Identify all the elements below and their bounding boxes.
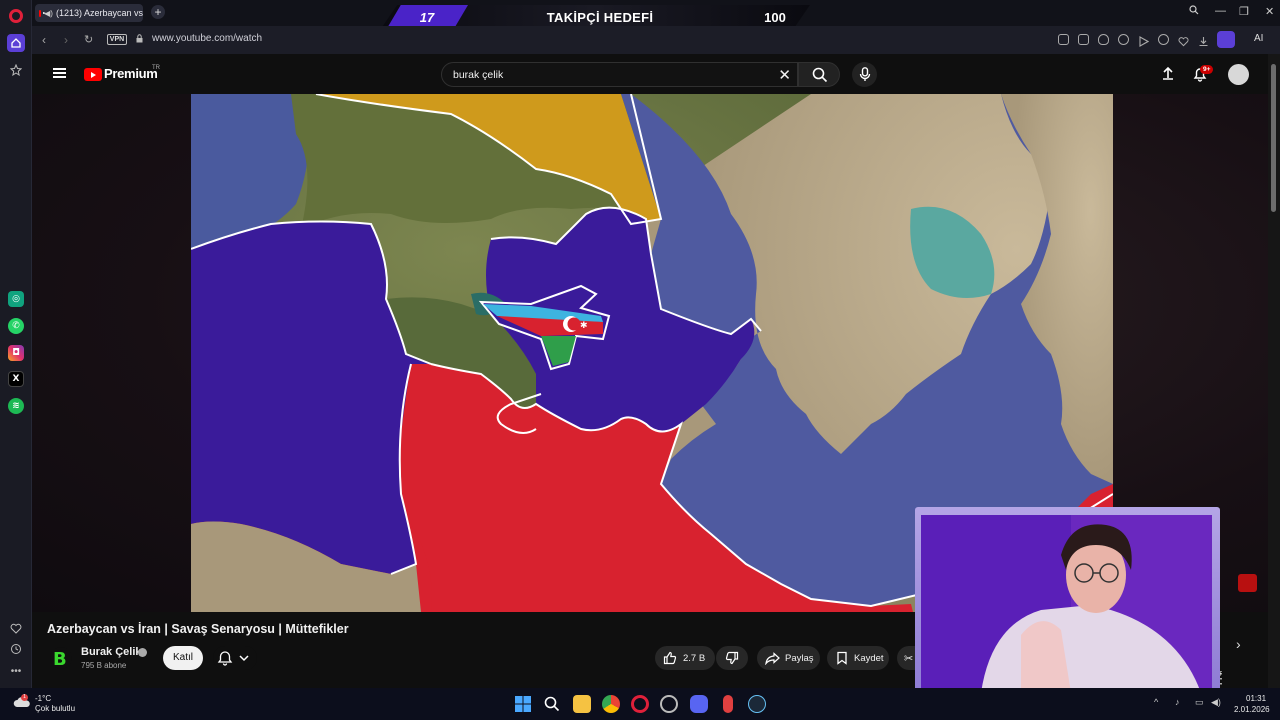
svg-text:✱: ✱ [580, 321, 588, 331]
join-button[interactable]: Katıl [163, 646, 203, 670]
floating-youtube-icon[interactable] [1238, 574, 1257, 592]
microphone-icon [859, 67, 870, 81]
share-button[interactable]: Paylaş [757, 646, 820, 670]
voice-search-button[interactable] [852, 62, 877, 87]
next-chevron-icon[interactable]: › [1236, 636, 1241, 652]
temperature: -1°C [35, 694, 52, 703]
opera-logo-icon[interactable] [9, 9, 23, 23]
spotify-icon[interactable]: ≋ [8, 398, 24, 414]
windows-taskbar: 1 -1°C Çok bulutlu ^ ♪ ▭ ◀) 01:31 2.01.2… [0, 688, 1280, 720]
network-icon[interactable]: ▭ [1195, 697, 1204, 708]
camera-snapshot-icon[interactable] [1078, 34, 1089, 45]
video-title: Azerbaycan vs İran | Savaş Senaryosu | M… [47, 622, 349, 636]
bookmark-icon [837, 651, 847, 665]
search-query: burak çelik [453, 69, 504, 81]
subscriber-count: 795 B abone [81, 661, 127, 670]
back-button[interactable]: ‹ [42, 33, 46, 47]
share-icon [765, 651, 780, 665]
dislike-button[interactable] [716, 646, 748, 670]
profile-icon[interactable] [1217, 31, 1235, 48]
x-twitter-icon[interactable]: X [8, 371, 24, 387]
taskbar-search-icon[interactable] [544, 696, 560, 717]
tab-title: (1213) Azerbaycan vs [55, 8, 143, 18]
user-icon[interactable] [1158, 34, 1169, 45]
create-upload-icon[interactable] [1161, 66, 1175, 83]
weather-alert-badge: 1 [21, 694, 28, 701]
minimize-button[interactable]: — [1215, 5, 1226, 17]
tab-youtube[interactable]: ◀) (1213) Azerbaycan vs [35, 4, 143, 22]
whatsapp-icon[interactable]: ✆ [8, 318, 24, 334]
bookmarks-star-icon[interactable] [7, 61, 25, 79]
opera-taskbar-icon[interactable] [631, 695, 649, 713]
download-icon[interactable] [1198, 34, 1209, 47]
favorite-heart-icon[interactable] [1178, 34, 1189, 47]
windows-start-icon[interactable] [515, 696, 531, 712]
instagram-icon[interactable]: ◘ [8, 345, 24, 361]
vpn-badge[interactable]: VPN [107, 34, 127, 45]
thumbs-up-icon [663, 651, 677, 665]
search-icon [812, 67, 828, 83]
weather-description: Çok bulutlu [35, 704, 76, 713]
screen: ◎ ✆ ◘ X ≋ ••• ◀) (1213) Azerbaycan vs + … [0, 0, 1280, 720]
tray-expand-icon[interactable]: ^ [1154, 697, 1158, 707]
chrome-icon[interactable] [602, 695, 620, 713]
streamer-webcam [915, 507, 1220, 697]
steam-icon[interactable] [748, 695, 766, 713]
opera-sidebar: ◎ ✆ ◘ X ≋ ••• [0, 0, 32, 688]
save-button[interactable]: Kaydet [827, 646, 889, 670]
forward-button[interactable]: › [64, 33, 68, 47]
search-input[interactable]: burak çelik ✕ [441, 62, 798, 87]
clock-time[interactable]: 01:31 [1246, 694, 1266, 703]
play-icon[interactable] [1138, 34, 1150, 47]
history-clock-icon[interactable] [7, 640, 25, 658]
save-label: Kaydet [854, 652, 884, 664]
address-bar: ‹ › ↻ VPN www.youtube.com/watch AI [32, 26, 1280, 54]
thumbs-down-icon [725, 651, 739, 665]
lock-icon [136, 34, 143, 43]
subscription-bell-button[interactable] [213, 646, 257, 670]
account-avatar[interactable] [1228, 64, 1249, 85]
maximize-button[interactable]: ❐ [1239, 5, 1249, 18]
app-icon[interactable] [660, 695, 678, 713]
scrollbar-thumb[interactable] [1271, 64, 1276, 212]
ai-button[interactable]: AI [1254, 33, 1263, 44]
reload-button[interactable]: ↻ [84, 33, 93, 46]
extensions-icon[interactable] [1118, 34, 1129, 45]
menu-icon[interactable] [53, 68, 66, 78]
more-dots-icon[interactable]: ••• [7, 662, 25, 680]
search-tabs-icon[interactable] [1189, 5, 1199, 18]
scissors-icon: ✂ [904, 652, 914, 665]
youtube-logo-icon[interactable] [84, 68, 102, 81]
like-count: 2.7 B [683, 652, 706, 664]
svg-text:B: B [53, 649, 67, 669]
search-button[interactable] [798, 62, 840, 87]
youtube-favicon-icon [39, 9, 47, 17]
clear-search-icon[interactable]: ✕ [778, 66, 791, 84]
webcam-feed [921, 515, 1212, 693]
tray-mic-icon[interactable]: ♪ [1175, 697, 1180, 707]
file-explorer-icon[interactable] [573, 695, 591, 713]
page-scrollbar[interactable] [1268, 54, 1280, 688]
youtube-header: Premium TR burak çelik ✕ 9+ [32, 54, 1268, 94]
share-label: Paylaş [785, 652, 814, 664]
notification-count-badge: 9+ [1200, 65, 1214, 74]
verified-check-icon [138, 648, 147, 657]
channel-avatar[interactable]: B [50, 647, 72, 670]
heart-icon[interactable] [7, 619, 25, 637]
new-tab-button[interactable]: + [151, 5, 165, 19]
region-code: TR [152, 65, 160, 71]
like-button[interactable]: 2.7 B [655, 646, 715, 670]
discord-icon[interactable] [690, 695, 708, 713]
shield-icon[interactable] [1098, 34, 1109, 45]
microphone-app-icon[interactable] [723, 695, 733, 713]
volume-icon[interactable]: ◀) [1211, 697, 1221, 708]
clock-date[interactable]: 2.01.2026 [1234, 705, 1270, 714]
youtube-brand[interactable]: Premium [104, 66, 158, 81]
url-field[interactable]: www.youtube.com/watch [152, 33, 262, 44]
home-icon[interactable] [7, 34, 25, 52]
edit-icon[interactable] [1058, 34, 1069, 45]
close-window-button[interactable]: ✕ [1265, 5, 1274, 18]
channel-name[interactable]: Burak Çelik [81, 646, 142, 658]
chatgpt-icon[interactable]: ◎ [8, 291, 24, 307]
